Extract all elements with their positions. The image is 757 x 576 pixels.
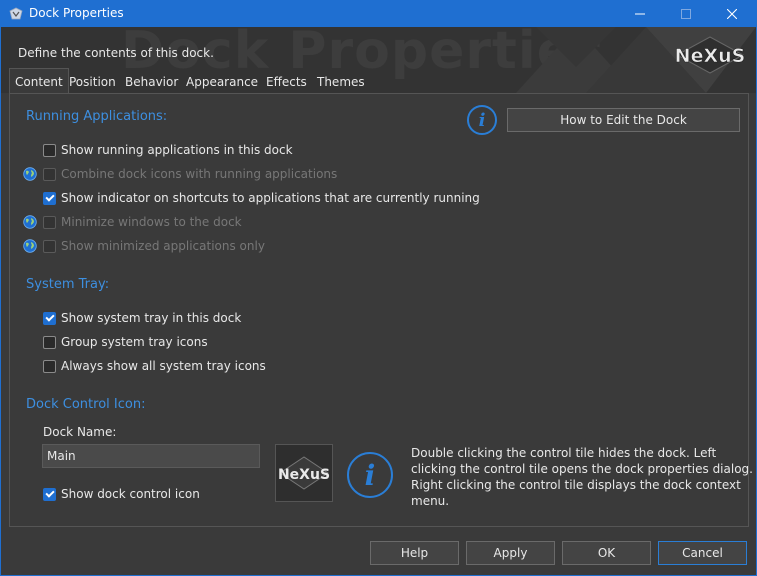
option-checkbox[interactable] <box>43 215 56 229</box>
show-dock-control-icon-label: Show dock control icon <box>61 487 200 501</box>
tab-effects[interactable]: Effects <box>261 71 312 93</box>
option-checkbox[interactable] <box>43 359 56 373</box>
logo-text: NeXuS <box>675 45 746 67</box>
globe-icon <box>23 215 37 229</box>
close-icon <box>727 9 737 19</box>
option-label: Group system tray icons <box>61 335 208 349</box>
nexus-logo: NeXuS <box>674 36 746 74</box>
option-checkbox[interactable] <box>43 143 56 157</box>
running-app-option[interactable]: Combine dock icons with running applicat… <box>43 165 337 183</box>
option-checkbox[interactable] <box>43 311 56 325</box>
dock-control-title: Dock Control Icon: <box>26 397 146 412</box>
running-apps-title: Running Applications: <box>26 109 168 124</box>
option-checkbox[interactable] <box>43 167 56 181</box>
info-icon: i <box>467 105 497 135</box>
tab-appearance[interactable]: Appearance <box>181 71 263 93</box>
system-tray-option[interactable]: Group system tray icons <box>43 333 208 351</box>
title-bar[interactable]: Dock Properties <box>1 1 756 27</box>
dock-name-label: Dock Name: <box>43 425 117 439</box>
option-label: Show minimized applications only <box>61 239 265 253</box>
option-label: Show indicator on shortcuts to applicati… <box>61 191 480 205</box>
globe-icon <box>23 239 37 253</box>
globe-icon <box>23 167 37 181</box>
how-to-edit-dock-button[interactable]: How to Edit the Dock <box>507 108 740 132</box>
option-label: Show running applications in this dock <box>61 143 293 157</box>
app-icon <box>9 7 23 20</box>
close-button[interactable] <box>709 1 755 27</box>
ok-button[interactable]: OK <box>562 541 651 565</box>
option-label: Combine dock icons with running applicat… <box>61 167 338 181</box>
maximize-button[interactable] <box>663 1 709 27</box>
running-app-option[interactable]: Minimize windows to the dock <box>43 213 242 231</box>
option-label: Minimize windows to the dock <box>61 215 242 229</box>
option-checkbox[interactable] <box>43 335 56 349</box>
system-tray-title: System Tray: <box>26 277 110 292</box>
option-checkbox[interactable] <box>43 191 56 205</box>
option-label: Always show all system tray icons <box>61 359 266 373</box>
help-button[interactable]: Help <box>370 541 459 565</box>
apply-button[interactable]: Apply <box>466 541 555 565</box>
system-tray-option[interactable]: Show system tray in this dock <box>43 309 241 327</box>
show-dock-control-icon-option[interactable]: Show dock control icon <box>43 485 200 503</box>
minimize-button[interactable] <box>617 1 663 27</box>
minimize-icon <box>635 13 645 15</box>
running-app-option[interactable]: Show minimized applications only <box>43 237 265 255</box>
tab-position[interactable]: Position <box>64 71 121 93</box>
maximize-icon <box>681 9 691 19</box>
tab-themes[interactable]: Themes <box>312 71 370 93</box>
running-app-option[interactable]: Show indicator on shortcuts to applicati… <box>43 189 480 207</box>
control-tile-description: Double clicking the control tile hides t… <box>411 446 753 508</box>
info-icon-large: i <box>347 452 393 498</box>
option-label: Show system tray in this dock <box>61 311 242 325</box>
running-app-option[interactable]: Show running applications in this dock <box>43 141 293 159</box>
system-tray-option[interactable]: Always show all system tray icons <box>43 357 266 375</box>
header-description: Define the contents of this dock. <box>18 46 214 60</box>
show-dock-control-icon-checkbox[interactable] <box>43 487 56 501</box>
dock-name-input[interactable] <box>42 444 260 468</box>
tab-behavior[interactable]: Behavior <box>120 71 183 93</box>
cancel-button[interactable]: Cancel <box>658 541 747 565</box>
nexus-tile-logo: NeXuS <box>278 456 330 490</box>
control-tile-preview[interactable]: NeXuS <box>275 444 333 502</box>
option-checkbox[interactable] <box>43 239 56 253</box>
tile-logo-text: NeXuS <box>278 467 330 483</box>
tab-content[interactable]: Content <box>9 68 69 94</box>
window-title: Dock Properties <box>29 6 124 20</box>
dock-properties-window: Dock Properties Dock Properties Define t… <box>0 0 757 576</box>
